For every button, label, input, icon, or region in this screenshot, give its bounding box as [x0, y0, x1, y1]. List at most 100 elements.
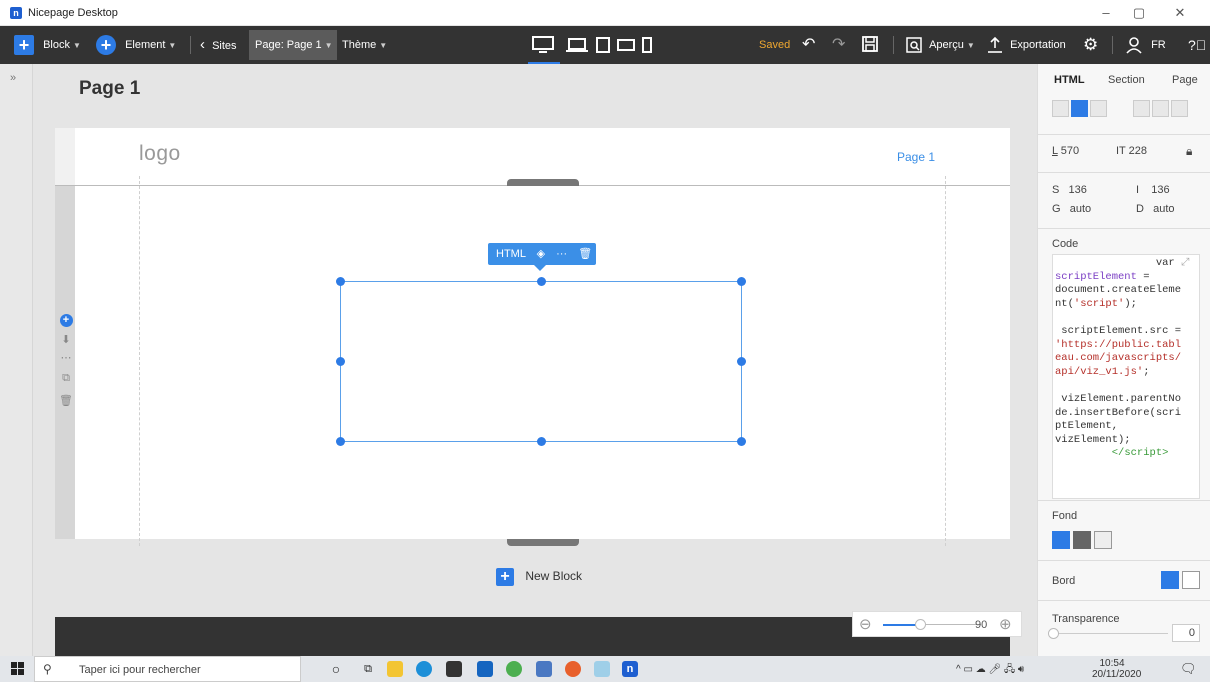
spacing-bottom-field[interactable]: I 136 [1136, 184, 1170, 196]
store-icon[interactable] [446, 661, 462, 677]
taskbar-search[interactable]: ⚲ Taper ici pour rechercher [34, 656, 301, 682]
transparency-input[interactable]: 0 [1172, 624, 1200, 642]
align-left-button[interactable] [1052, 100, 1069, 117]
task-view-icon[interactable]: ⧉ [360, 661, 376, 677]
upload-icon [988, 36, 1002, 53]
resize-handle-left[interactable] [336, 357, 345, 366]
trash-icon[interactable]: 🗑︎ [578, 248, 592, 260]
align-middle-button[interactable] [1152, 100, 1169, 117]
settings-gear-icon[interactable]: ⚙ [1083, 26, 1098, 64]
color-background-button[interactable] [1073, 531, 1091, 549]
resize-handle-top-right[interactable] [737, 277, 746, 286]
paint-bucket-icon[interactable]: ◈ [537, 248, 545, 260]
help-icon[interactable]: ?⃝ [1188, 26, 1206, 64]
content-section[interactable]: HTML ◈ ··· 🗑︎ [55, 176, 1010, 546]
spacing-top-field[interactable]: S 136 [1052, 184, 1087, 196]
windows-start-icon[interactable] [11, 662, 24, 675]
no-background-button[interactable] [1052, 531, 1070, 549]
no-border-button[interactable] [1161, 571, 1179, 589]
editor-canvas: Page 1 logo Page 1 HTML ◈ ··· 🗑︎ + ⬇ ⋯ ⧉… [33, 64, 1037, 656]
lock-icon[interactable]: 🔒︎ [1186, 144, 1192, 159]
more-options-icon[interactable]: ··· [556, 248, 567, 260]
save-icon[interactable] [861, 35, 879, 55]
notifications-icon[interactable]: 🗨︎ [1180, 661, 1197, 677]
sites-button[interactable]: ‹ Sites [200, 26, 237, 64]
resize-handle-bottom-left[interactable] [336, 437, 345, 446]
undo-icon[interactable]: ↶ [802, 26, 815, 64]
section-resize-handle-top[interactable] [507, 179, 579, 186]
toolbar-divider [893, 36, 894, 54]
transparency-slider-thumb[interactable] [1048, 628, 1059, 639]
resize-handle-top[interactable] [537, 277, 546, 286]
theme-menu[interactable]: Thème ▼ [342, 26, 387, 64]
user-icon [1126, 37, 1142, 54]
zoom-slider-thumb[interactable] [915, 619, 926, 630]
duplicate-icon[interactable]: ⧉ [59, 372, 73, 385]
resize-handle-bottom-right[interactable] [737, 437, 746, 446]
align-bottom-button[interactable] [1171, 100, 1188, 117]
code-editor[interactable]: var ⤢ scriptElement = document.createEle… [1052, 254, 1200, 499]
spacing-right-field[interactable]: D auto [1136, 203, 1175, 215]
desktop-view-icon[interactable] [531, 35, 555, 55]
image-background-button[interactable] [1094, 531, 1112, 549]
firefox-icon[interactable] [565, 661, 581, 677]
export-button[interactable]: Exportation [987, 26, 1066, 64]
page-select[interactable]: Page: Page 1 ▼ [249, 30, 337, 60]
app-snow-icon[interactable] [594, 661, 610, 677]
add-section-icon[interactable]: + [59, 314, 73, 327]
laptop-view-icon[interactable] [566, 35, 588, 55]
file-explorer-icon[interactable] [387, 661, 403, 677]
border-on-button[interactable] [1182, 571, 1200, 589]
move-down-icon[interactable]: ⬇ [59, 333, 73, 346]
expand-sidebar-icon[interactable]: » [10, 72, 16, 84]
mail-icon[interactable] [477, 661, 493, 677]
tab-html[interactable]: HTML [1054, 74, 1085, 86]
add-block-button[interactable]: + Block ▼ [14, 26, 81, 64]
system-tray-icons[interactable]: ^ ▭ ☁ 🎤︎ 🖧 🔊︎ [956, 662, 1024, 679]
spacing-right-value: auto [1153, 203, 1175, 215]
edge-browser-icon[interactable] [416, 661, 432, 677]
header-section[interactable]: logo Page 1 [55, 128, 1010, 185]
width-field[interactable]: L 570 [1052, 145, 1079, 157]
section-resize-handle-bottom[interactable] [507, 539, 579, 546]
resize-handle-top-left[interactable] [336, 277, 345, 286]
zoom-out-icon[interactable]: ⊖ [859, 615, 872, 633]
phone-view-icon[interactable] [640, 35, 654, 55]
align-center-button[interactable] [1071, 100, 1088, 117]
cortana-icon[interactable]: ○ [328, 661, 344, 677]
add-element-button[interactable]: + Element ▼ [96, 26, 176, 64]
height-field[interactable]: IT 228 [1116, 145, 1147, 157]
delete-section-icon[interactable]: 🗑︎ [59, 394, 73, 407]
clock[interactable]: 10:54 20/11/2020 [1092, 658, 1141, 680]
nicepage-taskbar-icon[interactable]: n [622, 661, 638, 677]
resize-handle-bottom[interactable] [537, 437, 546, 446]
code-label: Code [1052, 238, 1079, 250]
tablet-landscape-view-icon[interactable] [616, 35, 636, 55]
spacing-left-label: G [1052, 203, 1061, 215]
resize-handle-right[interactable] [737, 357, 746, 366]
expand-editor-icon[interactable]: ⤢ [1181, 257, 1189, 269]
align-top-button[interactable] [1133, 100, 1150, 117]
width-label: L [1052, 145, 1058, 157]
logo-placeholder[interactable]: logo [139, 142, 181, 166]
new-block-button[interactable]: + New Block [496, 568, 582, 586]
transparency-slider-track [1052, 633, 1168, 634]
spacing-left-field[interactable]: G auto [1052, 203, 1091, 215]
maximize-button[interactable]: ▢ [1124, 4, 1154, 22]
minimize-button[interactable]: – [1091, 4, 1121, 22]
close-button[interactable]: ✕ [1165, 4, 1195, 22]
tab-section[interactable]: Section [1108, 74, 1145, 86]
chevron-down-icon: ▼ [379, 41, 388, 50]
nav-menu-item[interactable]: Page 1 [897, 150, 935, 164]
redo-icon[interactable]: ↷ [832, 26, 845, 64]
app-s-icon[interactable] [536, 661, 552, 677]
html-element-selection[interactable] [336, 277, 746, 446]
tablet-view-icon[interactable] [595, 35, 611, 55]
tab-page[interactable]: Page [1172, 74, 1198, 86]
more-options-icon[interactable]: ⋯ [59, 351, 73, 364]
preview-button[interactable]: Aperçu ▼ [906, 26, 975, 64]
zoom-in-icon[interactable]: ⊕ [999, 615, 1012, 633]
app-q-icon[interactable] [506, 661, 522, 677]
account-menu[interactable]: FR [1126, 26, 1166, 64]
align-right-button[interactable] [1090, 100, 1107, 117]
